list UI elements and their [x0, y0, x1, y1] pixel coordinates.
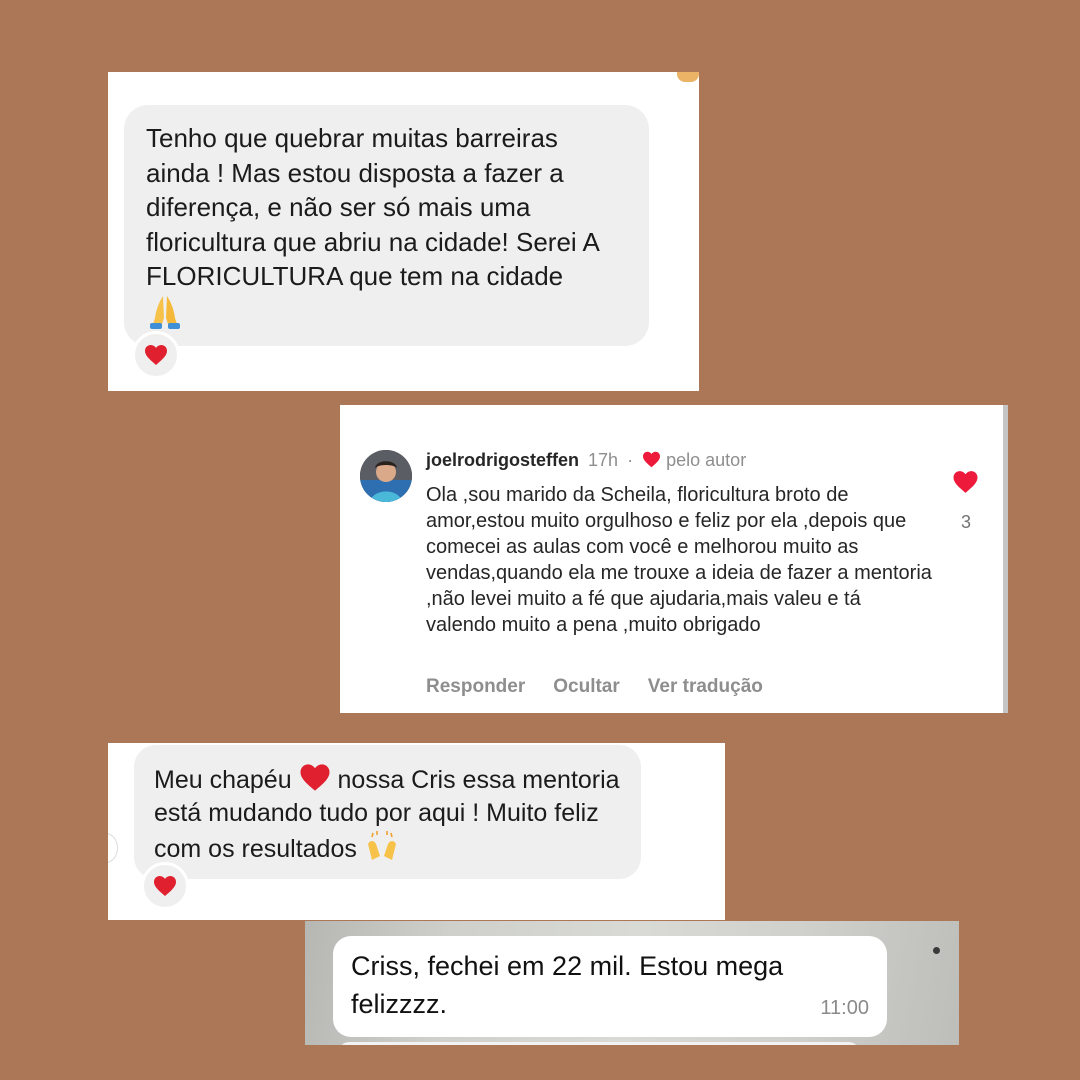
- separator: ·: [627, 450, 634, 470]
- comment-card: joelrodrigosteffen 17h · pelo autor Ola …: [340, 405, 1008, 713]
- raising-hands-icon: [364, 830, 400, 871]
- red-heart-icon: [300, 764, 330, 791]
- comment-time: 17h: [588, 450, 619, 470]
- message-text: Criss, fechei em 22 mil. Estou mega feli…: [351, 951, 784, 1019]
- comment-text: Ola ,sou marido da Scheila, floricultura…: [426, 484, 932, 636]
- scrollbar[interactable]: [1003, 405, 1008, 713]
- message-timestamp: 11:00: [820, 997, 869, 1019]
- message-text-start: Meu chapéu: [154, 766, 292, 794]
- red-heart-icon: [145, 345, 167, 365]
- message-card-2: Meu chapéu nossa Cris essa mentoria está…: [108, 743, 725, 920]
- like-button[interactable]: [952, 470, 979, 499]
- message-card-1: Tenho que quebrar muitas barreiras ainda…: [108, 72, 699, 391]
- wallpaper-speck: [933, 947, 940, 954]
- heart-reaction[interactable]: [141, 862, 189, 910]
- message-bubble[interactable]: Meu chapéu nossa Cris essa mentoria está…: [134, 745, 641, 879]
- comment-actions: Responder Ocultar Ver tradução: [426, 676, 763, 698]
- reply-button[interactable]: Responder: [426, 676, 525, 698]
- liked-by-author-label: pelo autor: [666, 450, 747, 470]
- partial-emoji-icon: [677, 72, 699, 82]
- hide-button[interactable]: Ocultar: [553, 676, 620, 698]
- username-link[interactable]: joelrodrigosteffen: [426, 450, 579, 470]
- message-bubble[interactable]: Criss, fechei em 22 mil. Estou mega feli…: [333, 936, 887, 1037]
- heart-icon: [643, 451, 661, 468]
- red-heart-icon: [154, 876, 176, 896]
- comment-meta: joelrodrigosteffen 17h · pelo autor: [426, 450, 746, 471]
- chat-card: Criss, fechei em 22 mil. Estou mega feli…: [305, 921, 959, 1045]
- heart-icon: [953, 471, 978, 493]
- heart-reaction[interactable]: [132, 331, 180, 379]
- partial-element: [108, 833, 118, 863]
- like-count: 3: [960, 512, 971, 532]
- message-bubble[interactable]: Tenho que quebrar muitas barreiras ainda…: [124, 105, 649, 346]
- next-message-bubble: [339, 1042, 859, 1045]
- message-text: Tenho que quebrar muitas barreiras ainda…: [146, 123, 599, 291]
- translate-button[interactable]: Ver tradução: [648, 676, 763, 698]
- avatar[interactable]: [360, 450, 412, 502]
